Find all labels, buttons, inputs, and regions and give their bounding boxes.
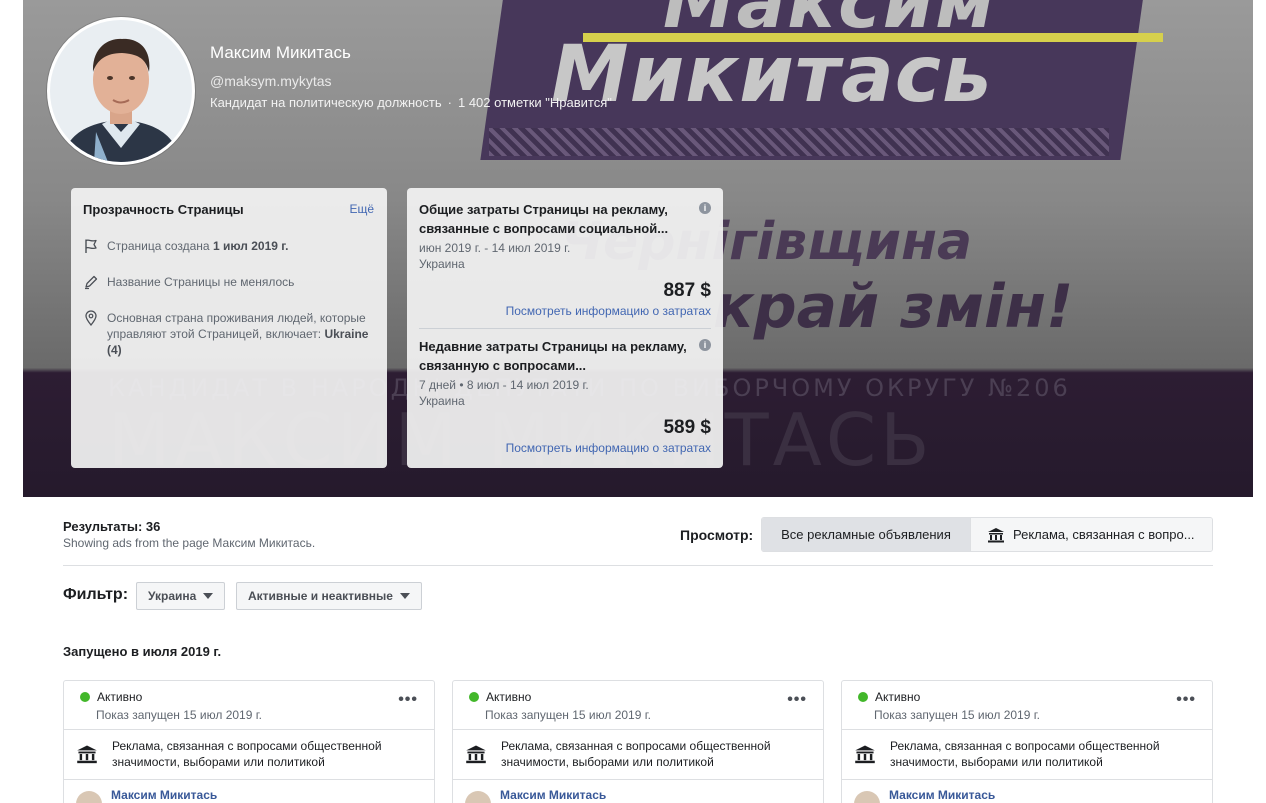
page-name[interactable]: Максим Микитась — [210, 43, 351, 63]
active-dot-icon — [469, 692, 479, 702]
filter-label: Фильтр: — [63, 586, 129, 603]
country-row: Основная страна проживания людей, которы… — [83, 310, 373, 358]
ad-divider — [453, 729, 823, 730]
ad-page-avatar[interactable] — [854, 791, 880, 803]
portrait-image — [50, 20, 192, 162]
profile-avatar[interactable] — [47, 17, 195, 165]
ad-status-label: Активно — [875, 690, 921, 704]
more-options-icon[interactable]: ••• — [398, 692, 418, 708]
info-icon[interactable]: i — [699, 339, 711, 351]
caret-down-icon — [399, 593, 410, 599]
total-spend-block: Общие затраты Страницы на рекламу, связа… — [419, 200, 711, 322]
results-divider — [63, 565, 1213, 566]
recent-spend-block: Недавние затраты Страницы на рекламу, св… — [419, 337, 711, 459]
more-options-icon[interactable]: ••• — [787, 692, 807, 708]
info-icon[interactable]: i — [699, 202, 711, 214]
ad-page-avatar[interactable] — [76, 791, 102, 803]
ad-status: Активно — [469, 690, 531, 704]
cover-banner-pattern — [489, 128, 1109, 156]
recent-spend-country: Украина — [419, 394, 465, 408]
page-transparency-card: Прозрачность Страницы Ещё Страница созда… — [71, 188, 387, 468]
ad-card: Активно Показ запущен 15 июл 2019 г. •••… — [452, 680, 824, 803]
country-filter-value: Украина — [148, 589, 197, 603]
active-dot-icon — [80, 692, 90, 702]
transparency-title: Прозрачность Страницы — [83, 202, 244, 217]
ad-card: Активно Показ запущен 15 июл 2019 г. •••… — [63, 680, 435, 803]
ad-status-label: Активно — [486, 690, 532, 704]
ad-status-label: Активно — [97, 690, 143, 704]
recent-spend-link[interactable]: Посмотреть информацию о затратах — [506, 441, 711, 455]
institution-icon — [988, 527, 1004, 542]
separator-dot: · — [447, 95, 452, 110]
location-pin-icon — [85, 310, 97, 326]
institution-icon — [77, 745, 97, 764]
view-toggle: Все рекламные объявления Реклама, связан… — [761, 517, 1213, 552]
results-count: Результаты: 36 — [63, 519, 161, 534]
cover-banner-line2: Микитась — [551, 30, 993, 120]
institution-icon — [855, 745, 875, 764]
recent-spend-title: Недавние затраты Страницы на рекламу, св… — [419, 339, 687, 373]
ad-page-name[interactable]: Максим Микитась — [111, 788, 217, 802]
ad-status: Активно — [80, 690, 142, 704]
ad-category: Реклама, связанная с вопросами обществен… — [890, 739, 1160, 769]
more-options-icon[interactable]: ••• — [1176, 692, 1196, 708]
status-filter-dropdown[interactable]: Активные и неактивные — [236, 582, 422, 610]
country-filter-dropdown[interactable]: Украина — [136, 582, 226, 610]
ad-start-date: Показ запущен 15 июл 2019 г. — [874, 708, 1040, 722]
launched-heading: Запущено в июля 2019 г. — [63, 644, 222, 659]
page-meta: Кандидат на политическую должность · 1 402… — [210, 95, 612, 110]
spend-divider — [419, 328, 711, 329]
ad-divider — [842, 729, 1212, 730]
total-spend-country: Украина — [419, 257, 465, 271]
ad-category: Реклама, связанная с вопросами обществен… — [501, 739, 771, 769]
view-political-label: Реклама, связанная с вопро... — [1013, 527, 1195, 542]
total-spend-title: Общие затраты Страницы на рекламу, связа… — [419, 202, 669, 236]
view-label: Просмотр: — [680, 527, 754, 543]
recent-spend-dates: 7 дней • 8 июл - 14 июл 2019 г. — [419, 378, 589, 392]
ad-page-name[interactable]: Максим Микитась — [889, 788, 995, 802]
page-handle: @maksym.mykytas — [210, 73, 332, 89]
ad-category: Реклама, связанная с вопросами обществен… — [112, 739, 382, 769]
ad-divider — [64, 729, 434, 730]
view-all-ads-button[interactable]: Все рекламные объявления — [762, 518, 971, 551]
view-political-ads-button[interactable]: Реклама, связанная с вопро... — [971, 518, 1212, 551]
name-changes-row: Название Страницы не менялось — [83, 274, 373, 290]
ad-start-date: Показ запущен 15 июл 2019 г. — [485, 708, 651, 722]
page-created-row: Страница создана 1 июл 2019 г. — [83, 238, 373, 254]
institution-icon — [466, 745, 486, 764]
total-spend-link[interactable]: Посмотреть информацию о затратах — [506, 304, 711, 318]
ad-page-avatar[interactable] — [465, 791, 491, 803]
recent-spend-amount: 589 $ — [663, 417, 711, 438]
pencil-icon — [85, 275, 98, 290]
ad-divider — [842, 779, 1212, 780]
page-likes: 1 402 отметки "Нравится" — [457, 95, 612, 110]
page-created-date: 1 июл 2019 г. — [212, 239, 289, 253]
ad-spend-card: Общие затраты Страницы на рекламу, связа… — [407, 188, 723, 468]
name-unchanged-text: Название Страницы не менялось — [107, 275, 295, 289]
results-subtitle: Showing ads from the page Максим Микитас… — [63, 536, 316, 550]
ad-start-date: Показ запущен 15 июл 2019 г. — [96, 708, 262, 722]
transparency-more-link[interactable]: Ещё — [349, 202, 374, 216]
active-dot-icon — [858, 692, 868, 702]
ad-status: Активно — [858, 690, 920, 704]
total-spend-dates: июн 2019 г. - 14 июл 2019 г. — [419, 241, 571, 255]
status-filter-value: Активные и неактивные — [248, 589, 393, 603]
page-category: Кандидат на политическую должность — [210, 95, 442, 110]
caret-down-icon — [203, 593, 214, 599]
page-created-label: Страница создана — [107, 239, 213, 253]
ad-divider — [453, 779, 823, 780]
ad-card: Активно Показ запущен 15 июл 2019 г. •••… — [841, 680, 1213, 803]
ad-page-name[interactable]: Максим Микитась — [500, 788, 606, 802]
total-spend-amount: 887 $ — [663, 280, 711, 301]
ad-divider — [64, 779, 434, 780]
cover-slogan-line2: край змін! — [713, 272, 1074, 342]
flag-icon — [85, 239, 97, 253]
